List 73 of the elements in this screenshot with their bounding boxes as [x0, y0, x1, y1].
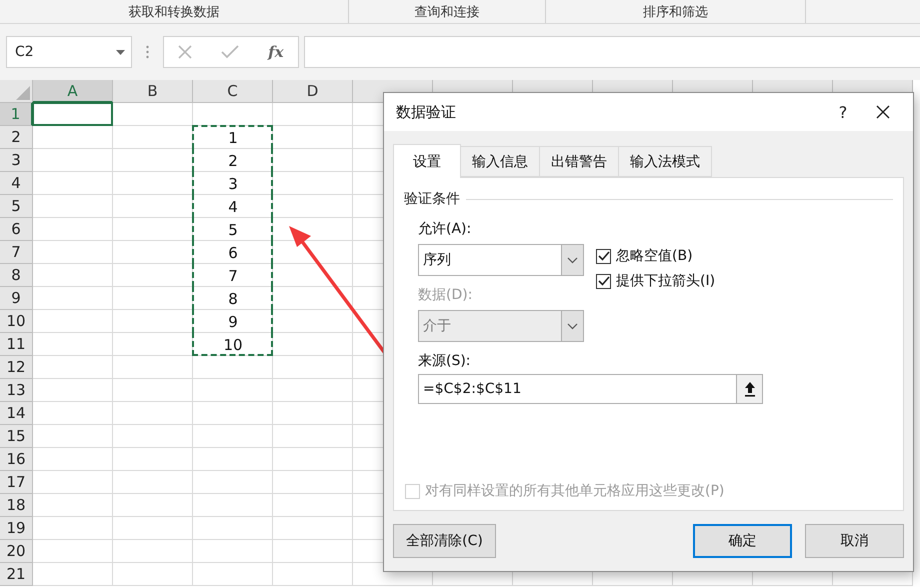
insert-function-button[interactable]: fx	[268, 43, 284, 61]
row-header[interactable]: 19	[0, 517, 33, 540]
chevron-down-icon	[567, 322, 578, 330]
data-label: 数据(D):	[418, 286, 472, 305]
dialog-button[interactable]: 确定	[693, 524, 792, 558]
row-header[interactable]: 20	[0, 540, 33, 563]
collapse-dialog-button[interactable]	[736, 375, 762, 403]
row-header[interactable]: 16	[0, 448, 33, 471]
name-box[interactable]: C2	[6, 36, 132, 68]
column-header[interactable]: D	[273, 80, 353, 103]
row-header[interactable]: 18	[0, 494, 33, 517]
row-header[interactable]: 6	[0, 218, 33, 241]
cell-value: 10	[222, 334, 244, 356]
row-header[interactable]: 21	[0, 563, 33, 586]
source-field[interactable]: =$C$2:$C$11	[418, 374, 763, 404]
cancel-icon[interactable]	[178, 45, 192, 59]
row-header[interactable]: 7	[0, 241, 33, 264]
row-header[interactable]: 2	[0, 126, 33, 149]
check-icon	[598, 251, 610, 261]
row-header[interactable]: 10	[0, 310, 33, 333]
dialog-tab[interactable]: 输入法模式	[618, 146, 712, 177]
row-header[interactable]: 8	[0, 264, 33, 287]
drag-handle-icon[interactable]	[146, 45, 149, 59]
cell-value: 3	[227, 174, 239, 194]
column-header[interactable]: B	[113, 80, 193, 103]
checkbox-label: 提供下拉箭头(I)	[616, 272, 716, 290]
row-header[interactable]: 4	[0, 172, 33, 195]
dialog-tab[interactable]: 设置	[393, 144, 461, 178]
cell-value: 8	[227, 288, 239, 310]
row-header[interactable]: 1	[0, 103, 33, 126]
row-header[interactable]: 12	[0, 356, 33, 379]
row-header[interactable]: 14	[0, 402, 33, 425]
source-label: 来源(S):	[418, 352, 471, 371]
cell-value: 1	[227, 128, 239, 148]
group-title: 验证条件	[404, 190, 460, 208]
cell-value: 7	[227, 266, 239, 286]
dialog-tab[interactable]: 出错警告	[539, 146, 619, 177]
row-header[interactable]: 11	[0, 333, 33, 356]
ribbon-group-label: 获取和转换数据	[128, 4, 220, 20]
row-header[interactable]: 17	[0, 471, 33, 494]
ribbon-group-label: 查询和连接	[414, 4, 480, 20]
cell-value: 5	[227, 220, 239, 240]
chevron-down-icon	[567, 256, 578, 264]
checkbox-label: 对有同样设置的所有其他单元格应用这些更改(P)	[425, 482, 724, 500]
cell-value: 6	[227, 242, 239, 264]
dialog-tab[interactable]: 输入信息	[460, 146, 540, 177]
row-header[interactable]: 3	[0, 149, 33, 172]
allow-label: 允许(A):	[418, 220, 472, 239]
row-header[interactable]: 13	[0, 379, 33, 402]
triangle-icon	[16, 86, 30, 100]
cell-value: 4	[227, 196, 239, 218]
dialog-button[interactable]: 全部清除(C)	[393, 524, 496, 558]
check-icon[interactable]	[221, 45, 240, 59]
formula-field[interactable]	[304, 36, 920, 68]
check-icon	[598, 276, 610, 286]
checkbox[interactable]	[596, 248, 611, 264]
cell-value: 9	[227, 312, 239, 332]
checkbox-label: 忽略空值(B)	[616, 247, 693, 265]
caret-icon	[116, 50, 125, 54]
column-header[interactable]: A	[33, 80, 113, 103]
close-icon	[876, 105, 890, 119]
row-header[interactable]: 15	[0, 425, 33, 448]
column-header[interactable]: C	[193, 80, 273, 103]
row-header[interactable]: 5	[0, 195, 33, 218]
cell-value: 2	[227, 150, 239, 172]
help-button[interactable]: ?	[823, 97, 863, 127]
dialog-button[interactable]: 取消	[805, 524, 904, 558]
dialog-title: 数据验证	[396, 102, 457, 122]
allow-select[interactable]: 序列	[418, 244, 584, 276]
row-header[interactable]: 9	[0, 287, 33, 310]
ribbon-group-label: 排序和筛选	[643, 4, 708, 20]
upload-arrow-icon	[744, 381, 756, 397]
checkbox[interactable]	[596, 274, 611, 288]
